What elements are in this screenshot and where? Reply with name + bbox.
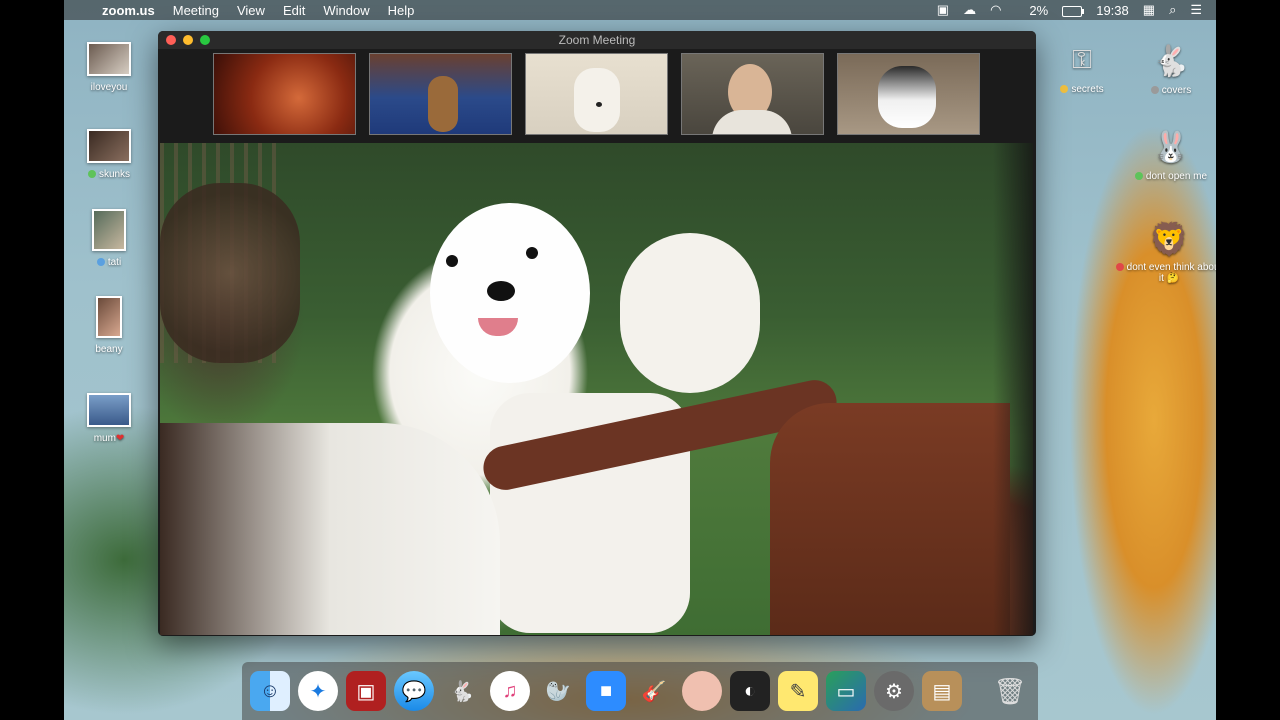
active-speaker-video[interactable] [160, 143, 1033, 635]
fluffy-dog-foreground [160, 423, 500, 635]
finder-icon[interactable]: ☺ [250, 671, 290, 711]
desktop-item-iloveyou[interactable]: iloveyou [64, 42, 154, 93]
close-button[interactable] [166, 35, 176, 45]
dog-figure [428, 76, 458, 132]
wifi-icon[interactable]: ◠ [990, 2, 1001, 18]
photo-booth-icon[interactable]: ▣ [346, 671, 386, 711]
desktop-item-mum[interactable]: mum❤ [64, 393, 154, 444]
garageband-icon[interactable]: 🎸 [634, 671, 674, 711]
green-tag-icon [87, 170, 96, 179]
participant-video-tile[interactable] [525, 53, 668, 135]
desktop: zoom.us Meeting View Edit Window Help ▣ … [64, 0, 1216, 720]
face-app-icon[interactable] [682, 671, 722, 711]
participant-video-tile[interactable] [369, 53, 512, 135]
menu-view[interactable]: View [237, 3, 265, 18]
desktop-item-label: skunks [98, 169, 131, 180]
menu-meeting[interactable]: Meeting [173, 3, 219, 18]
yellow-tag-icon [1060, 85, 1069, 94]
desktop-item-label: iloveyou [90, 82, 128, 93]
desktop-item-dont-open-me[interactable]: 🐰 dont open me [1126, 130, 1216, 182]
participant-video-tile[interactable] [681, 53, 824, 135]
menu-help[interactable]: Help [388, 3, 415, 18]
creative-cloud-icon[interactable]: ☁ [963, 2, 976, 18]
minimize-button[interactable] [183, 35, 193, 45]
desktop-item-label: dont open me [1145, 171, 1208, 182]
participant-video-tile[interactable] [213, 53, 356, 135]
key-icon: ⚿ [1072, 44, 1092, 74]
thinking-emoji-icon: 🤔 [1166, 273, 1180, 284]
system-preferences-icon[interactable]: ⚙ [874, 671, 914, 711]
menu-bar: zoom.us Meeting View Edit Window Help ▣ … [64, 0, 1216, 20]
desktop-item-label: mum [93, 433, 116, 444]
bunny-icon: 🐰 [1152, 131, 1190, 164]
battery-indicator[interactable]: 2% [1015, 2, 1085, 18]
desktop-item-label: secrets [1071, 84, 1104, 95]
photo-app-icon[interactable]: ◐ [730, 671, 770, 711]
image-thumbnail [87, 393, 131, 427]
window-title: Zoom Meeting [558, 33, 636, 47]
participant-video-tile[interactable] [837, 53, 980, 135]
battery-icon [1062, 5, 1085, 17]
participant-strip [213, 53, 980, 135]
battery-percent: 2% [1029, 2, 1049, 18]
desktop-item-beany[interactable]: beany [64, 296, 154, 355]
heart-icon: ❤ [115, 433, 125, 444]
app-menu[interactable]: zoom.us [102, 3, 155, 18]
image-thumbnail [87, 129, 131, 163]
desktop-item-covers[interactable]: 🐇 covers [1126, 44, 1216, 96]
image-thumbnail [87, 42, 131, 76]
dog-eye-right [526, 247, 538, 259]
image-thumbnail [96, 296, 122, 338]
desktop-item-secrets[interactable]: ⚿ secrets [1037, 44, 1127, 95]
safari-icon[interactable]: ✦ [298, 671, 338, 711]
dock: ☺ ✦ ▣ 💬 🐇 ♫ 🦭 ■ 🎸 ◐ ✎ ▭ ⚙ ▤ 🗑 [242, 662, 1038, 720]
person-shirt [712, 110, 792, 134]
desktop-item-label: covers [1161, 85, 1192, 96]
dog-nose [487, 281, 515, 301]
spotlight-search-icon[interactable]: ⌕ [1169, 2, 1176, 18]
dog-nose-icon [596, 102, 602, 107]
music-icon[interactable]: ♫ [490, 671, 530, 711]
zoom-icon[interactable]: ■ [586, 671, 626, 711]
preview-icon[interactable]: ▭ [826, 671, 866, 711]
bunny-icon: 🐇 [1152, 45, 1190, 78]
red-tag-icon [1115, 263, 1124, 272]
zoom-status-icon[interactable]: ▣ [937, 2, 949, 18]
menu-window[interactable]: Window [323, 3, 369, 18]
notification-center-icon[interactable]: ☰ [1190, 2, 1202, 18]
dog-figure [574, 68, 620, 132]
bunny-app-icon[interactable]: 🐇 [442, 671, 482, 711]
calendar-icon[interactable]: ▦ [1143, 2, 1155, 18]
maximize-button[interactable] [200, 35, 210, 45]
desktop-item-dont-even-think-about-it[interactable]: 🦁 dont even think about it 🤔 [1114, 220, 1216, 284]
dog-tail-fluff [620, 233, 760, 393]
lion-icon: 🦁 [1149, 221, 1189, 257]
green-tag-icon [1134, 172, 1143, 181]
zoom-meeting-window[interactable]: Zoom Meeting [158, 31, 1036, 636]
desktop-item-label: tati [107, 257, 122, 268]
dog-eye-left [446, 255, 458, 267]
gray-tag-icon [1150, 86, 1159, 95]
clock[interactable]: 19:38 [1096, 3, 1129, 18]
seal-app-icon[interactable]: 🦭 [538, 671, 578, 711]
trash-icon[interactable]: 🗑 [990, 671, 1030, 711]
desktop-item-skunks[interactable]: skunks [64, 129, 154, 180]
stickies-icon[interactable]: ✎ [778, 671, 818, 711]
menu-edit[interactable]: Edit [283, 3, 305, 18]
image-thumbnail [92, 209, 126, 251]
yorkie-dog-figure [160, 183, 300, 363]
blue-tag-icon [96, 258, 105, 267]
video-edge-shadow [993, 143, 1033, 635]
husky-figure [878, 66, 936, 128]
desktop-item-label: beany [95, 344, 123, 355]
desktop-item-tati[interactable]: tati [64, 209, 154, 268]
contacts-icon[interactable]: ▤ [922, 671, 962, 711]
window-titlebar[interactable]: Zoom Meeting [158, 31, 1036, 49]
brown-dog-body [770, 403, 1010, 635]
messages-icon[interactable]: 💬 [394, 671, 434, 711]
